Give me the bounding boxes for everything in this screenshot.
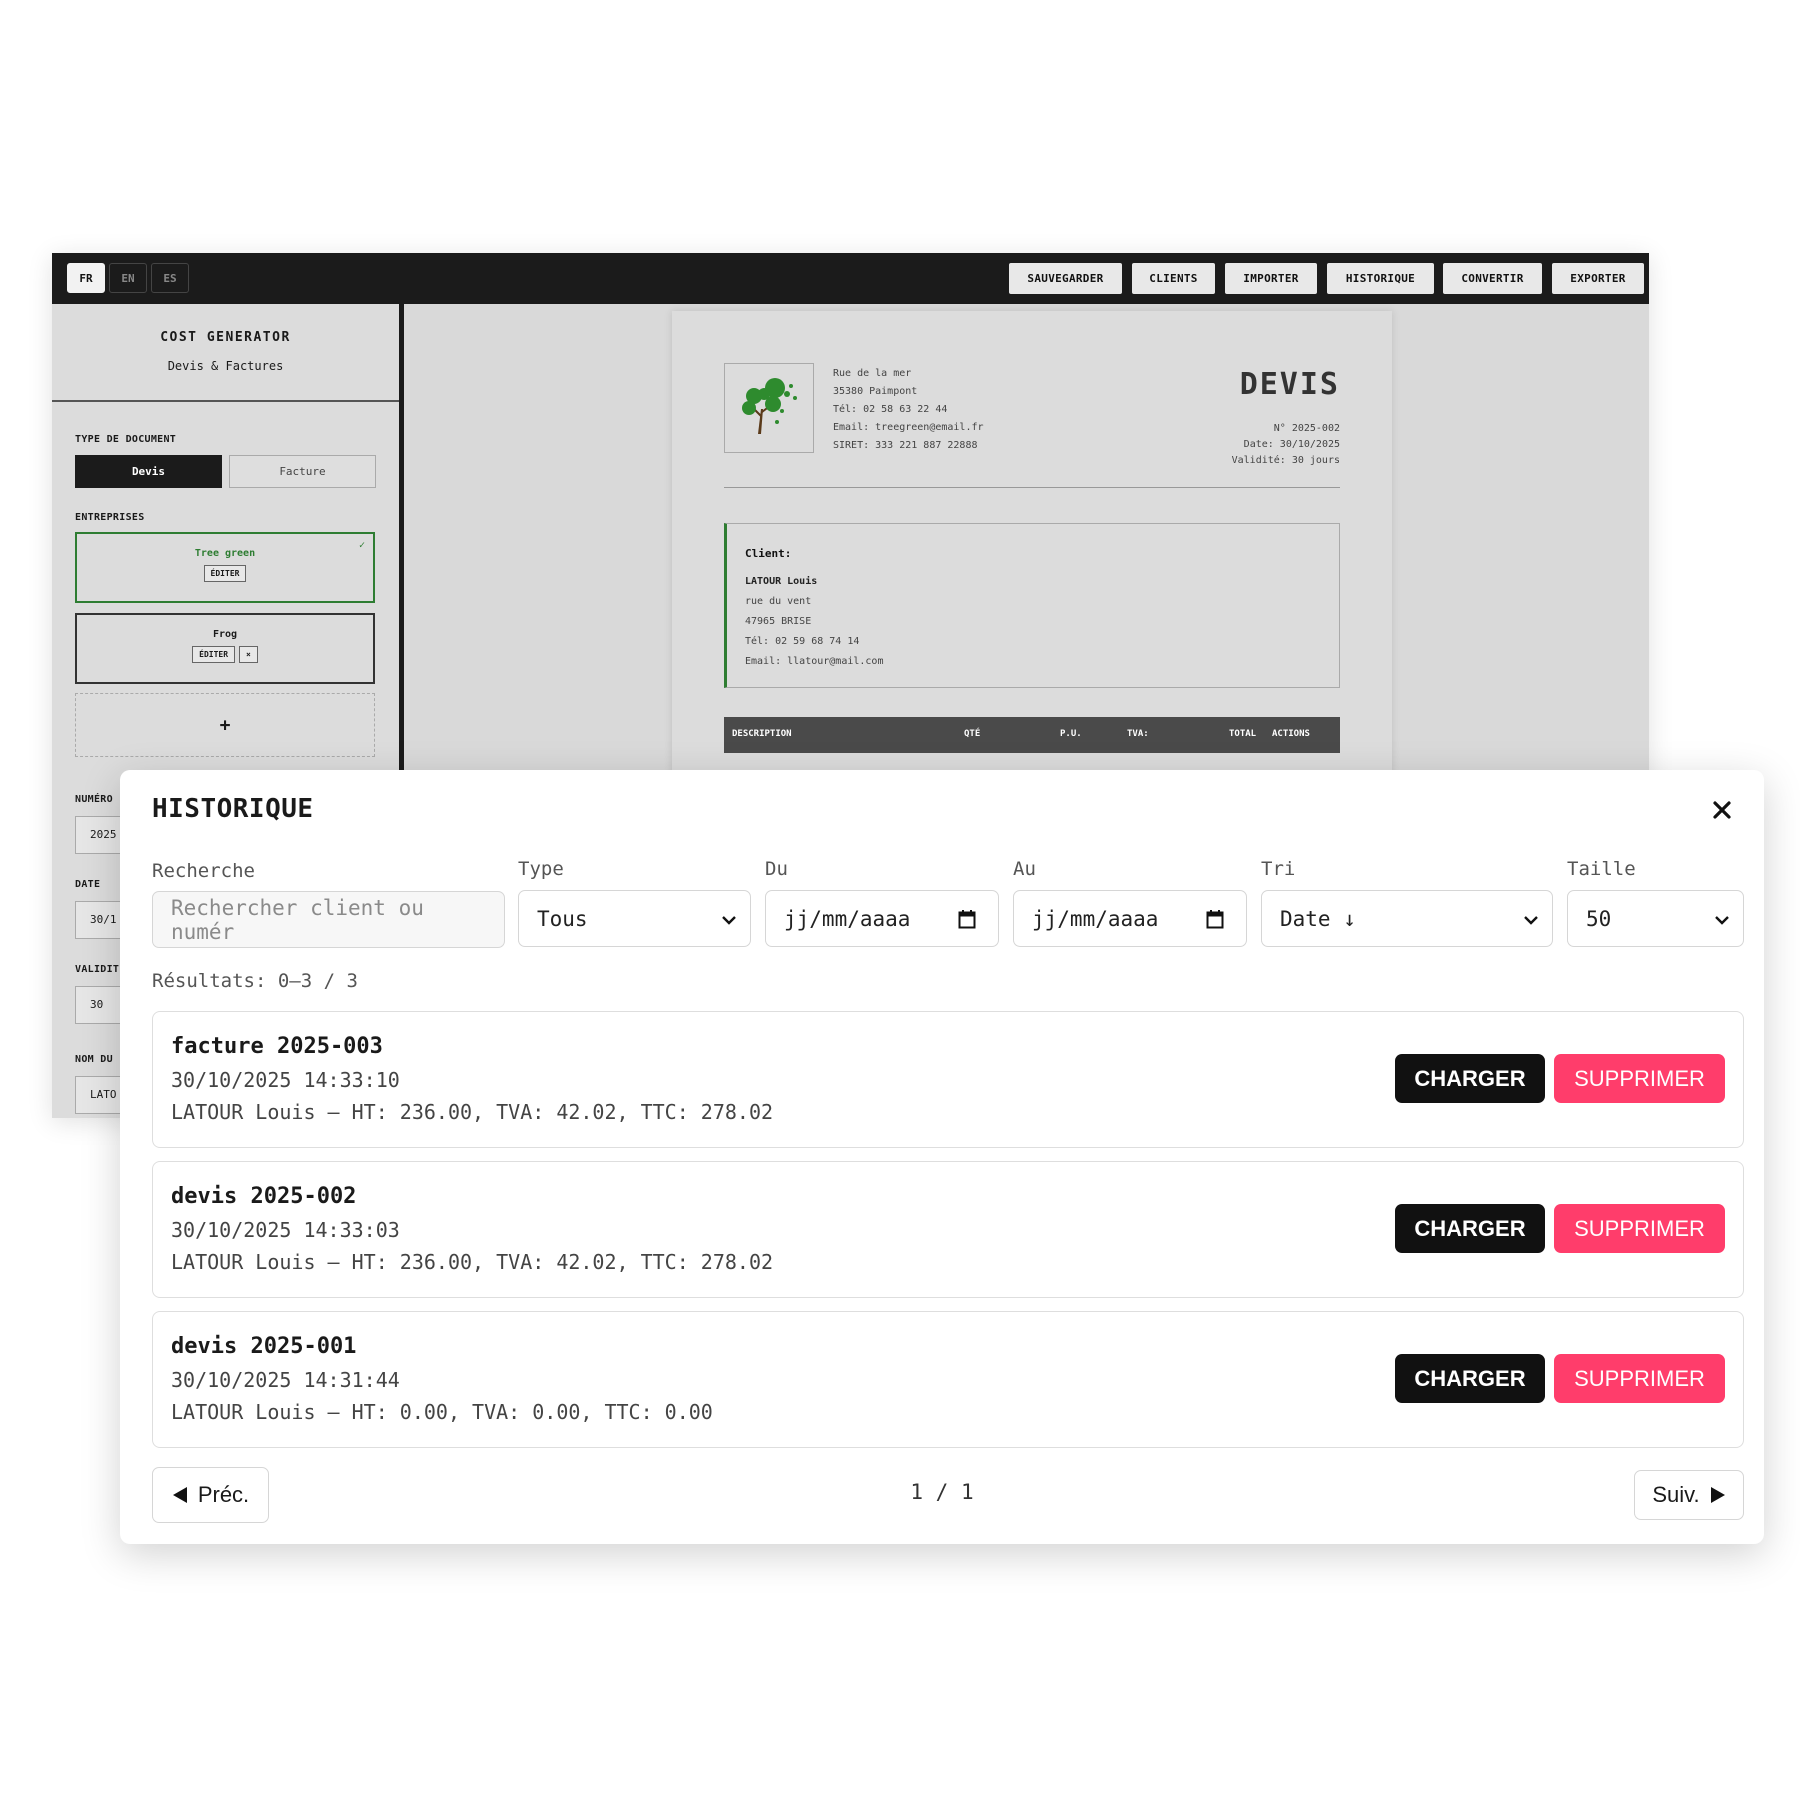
remove-company-button[interactable]: ×: [239, 646, 258, 663]
from-date-label: Du: [765, 858, 788, 880]
history-item-datetime: 30/10/2025 14:33:03: [171, 1218, 400, 1242]
clients-button[interactable]: CLIENTS: [1132, 263, 1215, 294]
company-name: Frog: [212, 629, 238, 640]
sort-select[interactable]: Date ↓: [1261, 890, 1553, 947]
history-button[interactable]: HISTORIQUE: [1327, 263, 1434, 294]
load-button[interactable]: CHARGER: [1395, 1354, 1545, 1403]
client-heading: Client:: [745, 547, 792, 560]
from-date-input[interactable]: jj/mm/aaaa: [765, 890, 999, 947]
edit-company-button[interactable]: ÉDITER: [203, 565, 247, 582]
divider: [724, 487, 1340, 488]
delete-button[interactable]: SUPPRIMER: [1554, 1354, 1725, 1403]
doc-type-devis-button[interactable]: Devis: [75, 455, 222, 488]
delete-button[interactable]: SUPPRIMER: [1554, 1054, 1725, 1103]
history-item: devis 2025-001 30/10/2025 14:31:44 LATOU…: [152, 1311, 1744, 1448]
import-button[interactable]: IMPORTER: [1225, 263, 1317, 294]
chevron-down-icon: [1524, 916, 1538, 925]
type-select[interactable]: Tous: [518, 890, 751, 947]
delete-button[interactable]: SUPPRIMER: [1554, 1204, 1725, 1253]
type-label: Type: [518, 858, 564, 880]
results-count: Résultats: 0–3 / 3: [152, 970, 358, 992]
to-date-label: Au: [1013, 858, 1036, 880]
page-size-label: Taille: [1567, 858, 1636, 880]
doc-type-label: TYPE DE DOCUMENT: [75, 434, 177, 445]
app-title: COST GENERATOR: [160, 330, 291, 345]
history-item: devis 2025-002 30/10/2025 14:33:03 LATOU…: [152, 1161, 1744, 1298]
items-table-header: DESCRIPTION QTÉ P.U. TVA: TOTAL ACTIONS: [724, 717, 1340, 753]
sidebar-header: COST GENERATOR Devis & Factures: [52, 304, 399, 402]
top-toolbar: FR EN ES SAUVEGARDER CLIENTS IMPORTER HI…: [52, 253, 1649, 304]
triangle-left-icon: [172, 1487, 187, 1503]
next-page-button[interactable]: Suiv.: [1634, 1470, 1744, 1520]
search-input[interactable]: Rechercher client ou numér: [152, 891, 505, 948]
load-button[interactable]: CHARGER: [1395, 1054, 1545, 1103]
company-card-frog[interactable]: Frog ÉDITER ×: [75, 613, 375, 684]
document-meta: N° 2025-002 Date: 30/10/2025 Validité: 3…: [1231, 423, 1340, 466]
to-date-input[interactable]: jj/mm/aaaa: [1013, 890, 1247, 947]
sort-label: Tri: [1261, 858, 1296, 880]
page-size-select[interactable]: 50: [1567, 890, 1744, 947]
add-company-button[interactable]: +: [75, 693, 375, 757]
prev-page-button[interactable]: Préc.: [152, 1467, 269, 1523]
history-item-title: devis 2025-001: [171, 1334, 357, 1359]
history-item-summary: LATOUR Louis — HT: 236.00, TVA: 42.02, T…: [171, 1100, 774, 1124]
history-item-summary: LATOUR Louis — HT: 0.00, TVA: 0.00, TTC:…: [171, 1400, 713, 1424]
calendar-icon[interactable]: [958, 909, 976, 929]
edit-company-button[interactable]: ÉDITER: [192, 646, 236, 663]
history-item: facture 2025-003 30/10/2025 14:33:10 LAT…: [152, 1011, 1744, 1148]
calendar-icon[interactable]: [1206, 909, 1224, 929]
lang-es-button[interactable]: ES: [151, 263, 189, 293]
chevron-down-icon: [722, 916, 736, 925]
triangle-right-icon: [1710, 1487, 1725, 1503]
company-card-tree-green[interactable]: ✓ Tree green ÉDITER: [75, 532, 375, 603]
lang-en-button[interactable]: EN: [109, 263, 147, 293]
company-name: Tree green: [194, 548, 256, 559]
history-item-datetime: 30/10/2025 14:33:10: [171, 1068, 400, 1092]
chevron-down-icon: [1715, 916, 1729, 925]
close-icon[interactable]: [1704, 792, 1740, 828]
modal-title: HISTORIQUE: [152, 794, 314, 824]
companies-label: ENTREPRISES: [75, 512, 145, 523]
history-item-summary: LATOUR Louis — HT: 236.00, TVA: 42.02, T…: [171, 1250, 774, 1274]
app-subtitle: Devis & Factures: [167, 359, 284, 373]
search-label: Recherche: [152, 860, 255, 882]
company-logo: [724, 363, 814, 453]
document-title: DEVIS: [1239, 367, 1340, 402]
validity-label: VALIDIT: [75, 964, 120, 975]
save-button[interactable]: SAUVEGARDER: [1009, 263, 1122, 294]
convert-button[interactable]: CONVERTIR: [1443, 263, 1542, 294]
number-label: NUMÉRO: [75, 794, 113, 805]
client-name-label: NOM DU: [75, 1054, 113, 1065]
check-icon: ✓: [358, 540, 365, 551]
history-modal: HISTORIQUE Recherche Rechercher client o…: [120, 770, 1764, 1544]
client-box: Client: LATOUR Louis rue du vent 47965 B…: [724, 523, 1340, 688]
history-item-title: devis 2025-002: [171, 1184, 357, 1209]
client-name: LATOUR Louis: [745, 576, 818, 587]
load-button[interactable]: CHARGER: [1395, 1204, 1545, 1253]
history-item-title: facture 2025-003: [171, 1034, 383, 1059]
page-indicator: 1 / 1: [910, 1480, 974, 1504]
history-item-datetime: 30/10/2025 14:31:44: [171, 1368, 400, 1392]
export-button[interactable]: EXPORTER: [1552, 263, 1644, 294]
issuer-address: Rue de la mer 35380 Paimpont Tél: 02 58 …: [833, 368, 984, 451]
doc-type-facture-button[interactable]: Facture: [229, 455, 376, 488]
date-label: DATE: [75, 879, 101, 890]
lang-fr-button[interactable]: FR: [67, 263, 105, 293]
